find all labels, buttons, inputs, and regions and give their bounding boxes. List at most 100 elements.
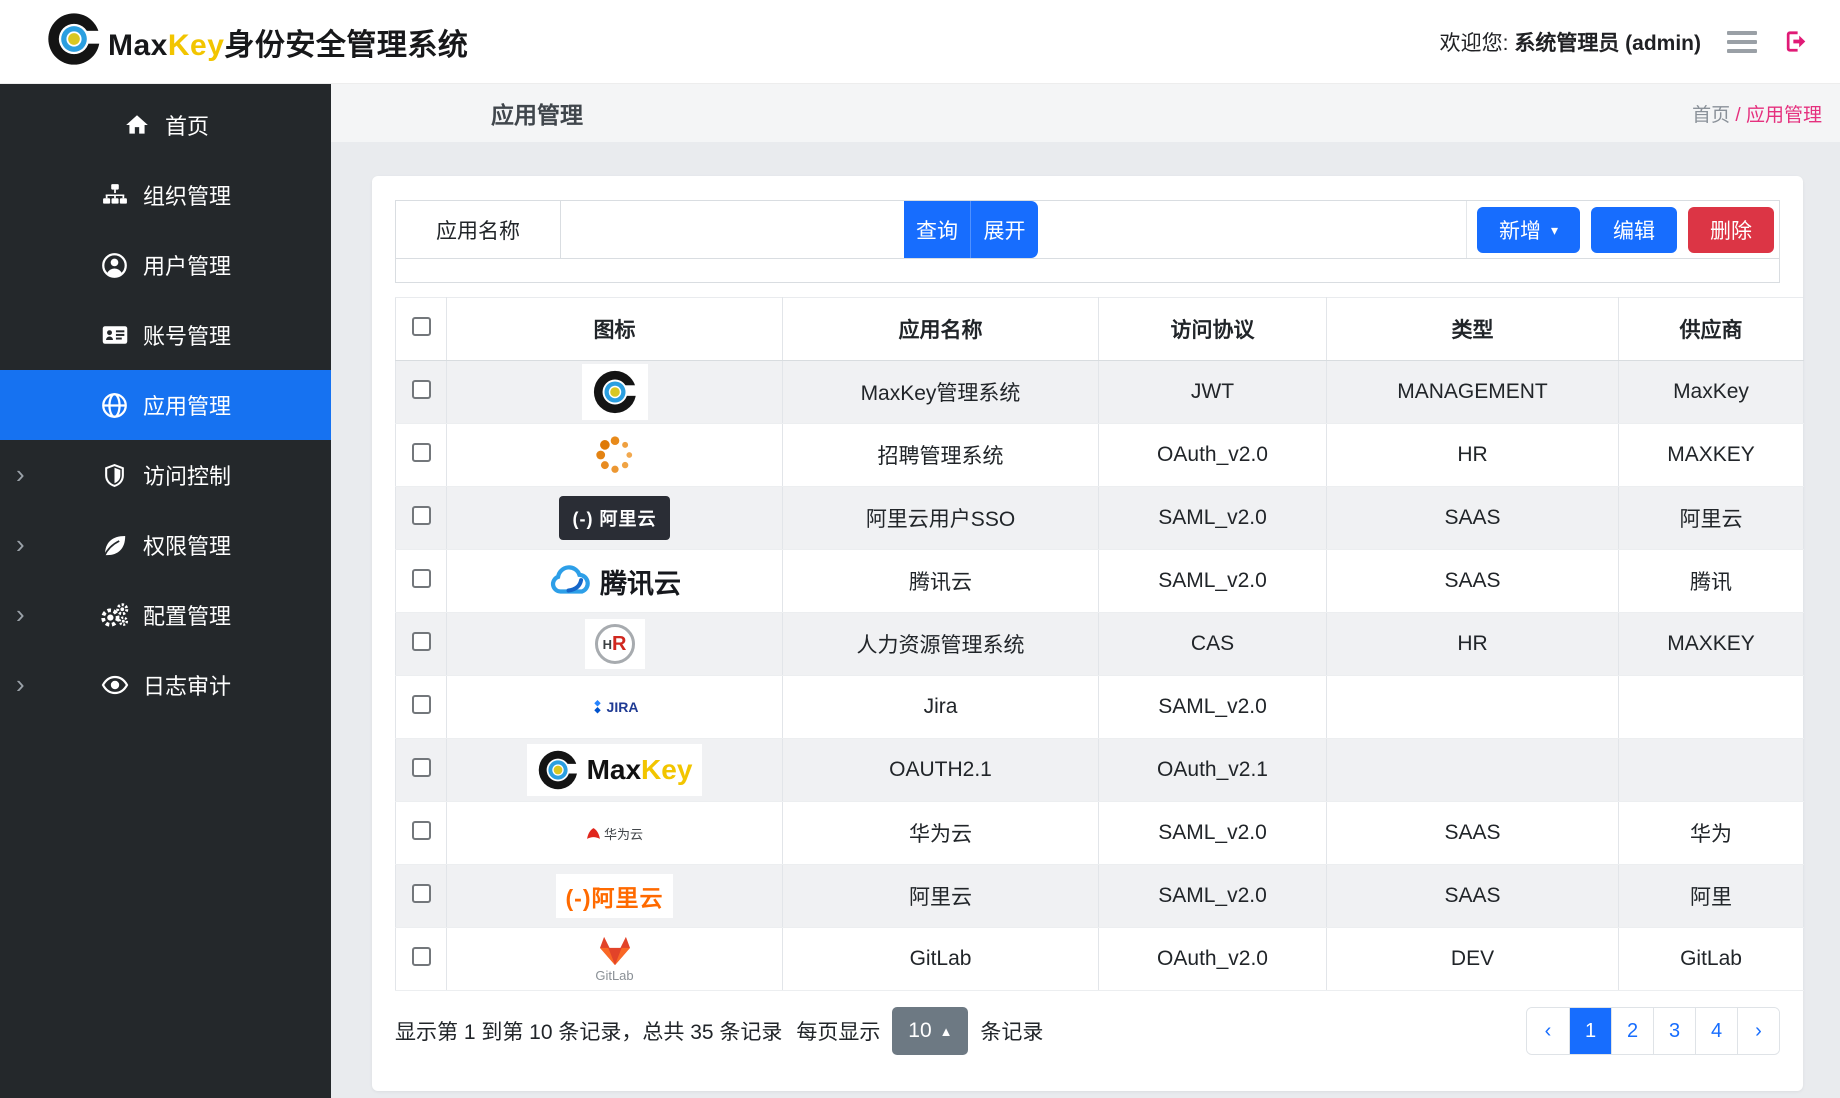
- sitemap-icon: [100, 182, 130, 208]
- sidebar-item-6[interactable]: ›访问控制: [0, 440, 331, 510]
- app-vendor-cell: MAXKEY: [1619, 424, 1804, 487]
- tencent-cloud: 腾讯云: [447, 562, 782, 601]
- dots-spinner: [447, 433, 782, 477]
- shield-icon: [100, 463, 130, 488]
- row-checkbox[interactable]: [412, 632, 431, 651]
- search-input[interactable]: [561, 201, 904, 258]
- app-protocol-cell: OAuth_v2.0: [1099, 928, 1327, 991]
- breadcrumb-home[interactable]: 首页: [1692, 105, 1730, 126]
- app-icon-cell: [447, 424, 783, 487]
- column-header-icon[interactable]: 图标: [447, 298, 783, 361]
- table-row[interactable]: (-)阿里云阿里云SAML_v2.0SAAS阿里: [396, 865, 1804, 928]
- table-row[interactable]: 华为云华为云SAML_v2.0SAAS华为: [396, 802, 1804, 865]
- chevron-right-icon: ›: [16, 531, 25, 557]
- delete-button[interactable]: 删除: [1688, 207, 1774, 253]
- row-select-cell: [396, 424, 447, 487]
- row-select-cell: [396, 487, 447, 550]
- table-row[interactable]: MaxKeyOAUTH2.1OAuth_v2.1: [396, 739, 1804, 802]
- table-row[interactable]: 招聘管理系统OAuth_v2.0HRMAXKEY: [396, 424, 1804, 487]
- row-checkbox[interactable]: [412, 884, 431, 903]
- select-all-header[interactable]: [396, 298, 447, 361]
- sidebar-item-label: 访问控制: [143, 459, 231, 491]
- logout-icon[interactable]: [1783, 28, 1810, 55]
- row-checkbox[interactable]: [412, 569, 431, 588]
- sidebar-item-5[interactable]: 应用管理: [0, 370, 331, 440]
- breadcrumb: 首页 / 应用管理: [1692, 100, 1822, 127]
- table-row[interactable]: GitLabGitLabOAuth_v2.0DEVGitLab: [396, 928, 1804, 991]
- pagination-page-2[interactable]: 2: [1611, 1008, 1653, 1054]
- pagination-page-4[interactable]: 4: [1695, 1008, 1737, 1054]
- sidebar-item-3[interactable]: 用户管理: [0, 230, 331, 300]
- row-checkbox[interactable]: [412, 821, 431, 840]
- sidebar-item-1[interactable]: 首页: [0, 90, 331, 160]
- sidebar-item-2[interactable]: 组织管理: [0, 160, 331, 230]
- row-checkbox[interactable]: [412, 947, 431, 966]
- table-row[interactable]: MaxKey管理系统JWTMANAGEMENTMaxKey: [396, 361, 1804, 424]
- app-name-cell: GitLab: [783, 928, 1099, 991]
- pagination-page-1[interactable]: 1: [1569, 1008, 1611, 1054]
- app-icon-cell: HR: [447, 613, 783, 676]
- app-protocol-cell: JWT: [1099, 361, 1327, 424]
- app-name-cell: MaxKey管理系统: [783, 361, 1099, 424]
- app-name-cell: 人力资源管理系统: [783, 613, 1099, 676]
- globe-icon: [100, 392, 130, 419]
- app-vendor-cell: MAXKEY: [1619, 613, 1804, 676]
- pagination-next[interactable]: ›: [1737, 1008, 1779, 1054]
- app-name-cell: 华为云: [783, 802, 1099, 865]
- row-checkbox[interactable]: [412, 443, 431, 462]
- table-row[interactable]: HR人力资源管理系统CASHRMAXKEY: [396, 613, 1804, 676]
- collapsed-filter-panel: [395, 258, 1780, 283]
- search-toolbar: 应用名称 查询 展开 新增▾ 编辑 删除: [395, 200, 1780, 258]
- column-header-protocol[interactable]: 访问协议: [1099, 298, 1327, 361]
- id-card-icon: [100, 321, 130, 349]
- app-vendor-cell: 腾讯: [1619, 550, 1804, 613]
- pagination-prev[interactable]: ‹: [1527, 1008, 1569, 1054]
- app-type-cell: HR: [1327, 424, 1619, 487]
- pagination-page-3[interactable]: 3: [1653, 1008, 1695, 1054]
- huawei-cloud: 华为云: [447, 824, 782, 843]
- select-all-checkbox[interactable]: [412, 317, 431, 336]
- edit-button[interactable]: 编辑: [1591, 207, 1677, 253]
- sidebar-item-8[interactable]: ›配置管理: [0, 580, 331, 650]
- page-title: 应用管理: [491, 96, 583, 130]
- row-select-cell: [396, 739, 447, 802]
- add-button[interactable]: 新增▾: [1477, 207, 1580, 253]
- row-checkbox[interactable]: [412, 506, 431, 525]
- sidebar-item-9[interactable]: ›日志审计: [0, 650, 331, 720]
- app-protocol-cell: SAML_v2.0: [1099, 865, 1327, 928]
- table-row[interactable]: JIRAJiraSAML_v2.0: [396, 676, 1804, 739]
- column-header-vendor[interactable]: 供应商: [1619, 298, 1804, 361]
- row-select-cell: [396, 361, 447, 424]
- table-row[interactable]: (-) 阿里云阿里云用户SSOSAML_v2.0SAAS阿里云: [396, 487, 1804, 550]
- expand-button[interactable]: 展开: [970, 201, 1038, 258]
- app-type-cell: HR: [1327, 613, 1619, 676]
- sidebar: 首页组织管理用户管理账号管理应用管理›访问控制›权限管理›配置管理›日志审计: [0, 84, 331, 1098]
- maxkey-logo: MaxKey: [447, 744, 782, 796]
- chevron-right-icon: ›: [16, 671, 25, 697]
- row-checkbox[interactable]: [412, 695, 431, 714]
- row-select-cell: [396, 676, 447, 739]
- column-header-type[interactable]: 类型: [1327, 298, 1619, 361]
- sidebar-item-7[interactable]: ›权限管理: [0, 510, 331, 580]
- app-icon-cell: [447, 361, 783, 424]
- query-button[interactable]: 查询: [904, 201, 970, 258]
- app-vendor-cell: GitLab: [1619, 928, 1804, 991]
- column-header-name[interactable]: 应用名称: [783, 298, 1099, 361]
- maxkey-emblem: [447, 364, 782, 420]
- app-name-cell: OAUTH2.1: [783, 739, 1099, 802]
- app-protocol-cell: SAML_v2.0: [1099, 676, 1327, 739]
- sidebar-nav: 首页组织管理用户管理账号管理应用管理›访问控制›权限管理›配置管理›日志审计: [0, 90, 331, 720]
- sidebar-item-4[interactable]: 账号管理: [0, 300, 331, 370]
- page-size-select[interactable]: 10▲: [892, 1007, 968, 1055]
- hr-logo: HR: [447, 619, 782, 669]
- pagination: ‹1234›: [1526, 1007, 1780, 1055]
- hamburger-icon[interactable]: [1727, 31, 1757, 53]
- table-row[interactable]: 腾讯云腾讯云SAML_v2.0SAAS腾讯: [396, 550, 1804, 613]
- row-checkbox[interactable]: [412, 758, 431, 777]
- row-select-cell: [396, 928, 447, 991]
- welcome-text: 欢迎您: 系统管理员 (admin): [1440, 27, 1701, 57]
- chevron-right-icon: ›: [16, 601, 25, 627]
- row-checkbox[interactable]: [412, 380, 431, 399]
- brand: MaxKey身份安全管理系统: [0, 11, 468, 72]
- main-content: 应用管理 首页 / 应用管理 应用名称 查询 展开 新增▾ 编辑 删除: [331, 84, 1840, 1098]
